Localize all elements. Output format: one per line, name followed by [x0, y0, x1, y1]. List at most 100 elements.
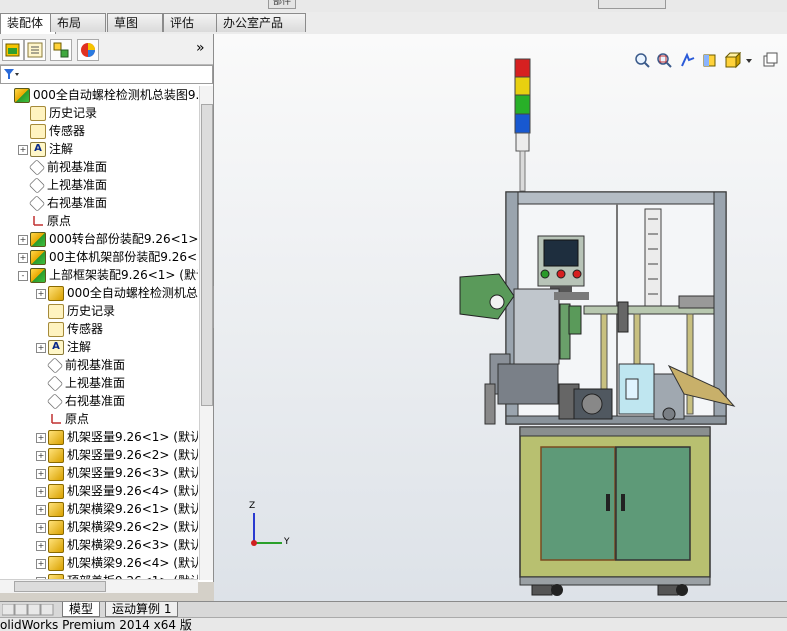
origin-icon — [30, 215, 44, 228]
tree-item-label: 000全自动螺栓检测机总装 — [67, 286, 198, 300]
tab-motion-study[interactable]: 运动算例 1 — [105, 602, 179, 617]
expand-toggle-icon[interactable]: + — [18, 144, 28, 155]
expand-toggle-icon[interactable]: + — [36, 522, 46, 533]
history-icon — [30, 106, 46, 121]
expand-toggle-icon[interactable]: + — [36, 288, 46, 299]
plane-icon — [46, 375, 64, 392]
tree-item[interactable]: 传感器 — [36, 320, 103, 338]
tree-item[interactable]: + 机架横梁9.26<4> (默认<< — [36, 554, 198, 572]
tree-item[interactable]: 右视基准面 — [36, 392, 125, 410]
tab-evaluate[interactable]: 评估 — [163, 13, 219, 32]
tree-item[interactable]: 原点 — [36, 410, 89, 428]
feeder-column — [644, 208, 662, 310]
tree-item-label: 前视基准面 — [47, 160, 108, 174]
top-stub-label[interactable]: 部件 — [268, 0, 297, 9]
tree-item[interactable]: 上视基准面 — [18, 176, 107, 194]
tree-item-label: 机架竖量9.26<2> (默认<< — [67, 448, 198, 462]
tree-item[interactable]: + 机架竖量9.26<4> (默认<< — [36, 482, 198, 500]
top-stub-blank[interactable] — [598, 0, 666, 9]
tree-horizontal-scrollbar[interactable] — [0, 579, 198, 593]
tree-item-label: 上视基准面 — [47, 178, 108, 192]
tree-item[interactable]: 上视基准面 — [36, 374, 125, 392]
expand-toggle-icon[interactable]: + — [36, 558, 46, 569]
tab-sketch[interactable]: 草图 — [107, 13, 163, 32]
plane-icon — [28, 177, 46, 194]
panel-icon-bar: » — [0, 34, 213, 65]
tree-item-label: 注解 — [67, 340, 92, 354]
tree-item-label: 右视基准面 — [47, 196, 108, 210]
filter-bar[interactable] — [0, 65, 213, 84]
tree-item[interactable]: + A 注解 — [18, 140, 73, 158]
tree-item[interactable]: 历史记录 — [18, 104, 97, 122]
tree-item[interactable]: + 机架竖量9.26<2> (默认<< — [36, 446, 198, 464]
tree-item[interactable]: 传感器 — [18, 122, 85, 140]
scrollbar-thumb[interactable] — [14, 581, 106, 592]
tree-vertical-scrollbar[interactable] — [199, 86, 213, 580]
feature-tree: 000全自动螺栓检测机总装图9.26 历史记录 传感器 + A 注解 前视基准面 上视基准面右… — [0, 86, 198, 580]
tree-item[interactable]: + 机架横梁9.26<3> (默认<< — [36, 536, 198, 554]
tree-item-label: 历史记录 — [49, 106, 98, 120]
tree-item[interactable]: - 上部框架装配9.26<1> (默认< — [18, 266, 198, 284]
panel-more-chevron-icon[interactable]: » — [196, 40, 205, 56]
tree-item[interactable]: + A 注解 — [36, 338, 91, 356]
command-manager-tabs: 装配体 布局 草图 评估 办公室产品 — [0, 12, 787, 35]
tab-model[interactable]: 模型 — [62, 602, 101, 617]
expand-toggle-icon[interactable]: + — [18, 234, 28, 245]
machine-model-view — [459, 58, 736, 596]
part-icon — [48, 286, 64, 301]
tree-item[interactable]: 原点 — [18, 212, 71, 230]
tree-item[interactable]: +000全自动螺栓检测机总装 — [36, 284, 198, 302]
expand-toggle-icon[interactable]: + — [36, 504, 46, 515]
collapse-toggle-icon[interactable]: - — [18, 270, 28, 281]
signal-tower-lamp — [514, 58, 531, 192]
expand-toggle-icon[interactable]: + — [36, 540, 46, 551]
tree-item[interactable]: + 机架横梁9.26<2> (默认<< — [36, 518, 198, 536]
tab-scroll-buttons[interactable] — [1, 603, 54, 616]
expand-toggle-icon[interactable]: + — [18, 252, 28, 263]
tree-item-label: 原点 — [47, 214, 72, 228]
tree-item-label: 机架横梁9.26<2> (默认<< — [67, 520, 198, 534]
triad-z-label: Z — [249, 501, 256, 511]
plane-icon — [28, 159, 46, 176]
tree-item[interactable]: 000全自动螺栓检测机总装图9.26 — [2, 86, 198, 104]
expand-toggle-icon[interactable]: + — [36, 450, 46, 461]
bottom-tab-strip: 模型 运动算例 1 — [0, 601, 787, 618]
assembly-icon — [30, 250, 46, 265]
tree-item[interactable]: + 机架竖量9.26<3> (默认<< — [36, 464, 198, 482]
tree-item[interactable]: +00主体机架部份装配9.26<1> — [18, 248, 198, 266]
expand-toggle-icon[interactable]: + — [36, 486, 46, 497]
tab-assembly[interactable]: 装配体 — [0, 13, 56, 34]
tree-item[interactable]: 前视基准面 — [36, 356, 125, 374]
plane-icon — [28, 195, 46, 212]
tree-item[interactable]: + 机架竖量9.26<1> (默认<< — [36, 428, 198, 446]
configuration-manager-icon[interactable] — [50, 39, 72, 61]
expand-toggle-icon[interactable]: + — [36, 468, 46, 479]
part-icon — [48, 448, 64, 463]
display-manager-icon[interactable] — [77, 39, 99, 61]
part-icon — [48, 556, 64, 571]
status-bar: olidWorks Premium 2014 x64 版 — [0, 617, 787, 631]
part-icon — [48, 520, 64, 535]
tree-item-label: 上视基准面 — [65, 376, 126, 390]
tree-item[interactable]: 前视基准面 — [18, 158, 107, 176]
annotation-icon: A — [48, 340, 64, 355]
assembly-icon — [14, 88, 30, 103]
tree-item[interactable]: 历史记录 — [36, 302, 115, 320]
feature-manager-panel: » 000全自动螺栓检测机总装图9.26 历史记录 传感器 + A 注解 前视基准面 上视基准… — [0, 34, 214, 593]
graphics-area[interactable]: Z Y — [214, 34, 787, 601]
property-manager-icon[interactable] — [24, 39, 46, 61]
expand-toggle-icon[interactable]: + — [36, 342, 46, 353]
tab-office-products[interactable]: 办公室产品 — [216, 13, 306, 32]
tab-layout[interactable]: 布局 — [50, 13, 106, 32]
tree-item-label: 00主体机架部份装配9.26<1> — [49, 250, 198, 264]
tree-item[interactable]: + 机架横梁9.26<1> (默认<< — [36, 500, 198, 518]
scrollbar-thumb[interactable] — [201, 104, 213, 406]
expand-toggle-icon[interactable]: + — [36, 432, 46, 443]
tree-item[interactable]: 右视基准面 — [18, 194, 107, 212]
filter-icon[interactable] — [3, 67, 19, 84]
tree-item-label: 传感器 — [49, 124, 86, 138]
tree-item[interactable]: +000转台部份装配9.26<1> (默 — [18, 230, 198, 248]
tree-item-label: 历史记录 — [67, 304, 116, 318]
feature-manager-icon[interactable] — [2, 39, 24, 61]
part-icon — [48, 538, 64, 553]
